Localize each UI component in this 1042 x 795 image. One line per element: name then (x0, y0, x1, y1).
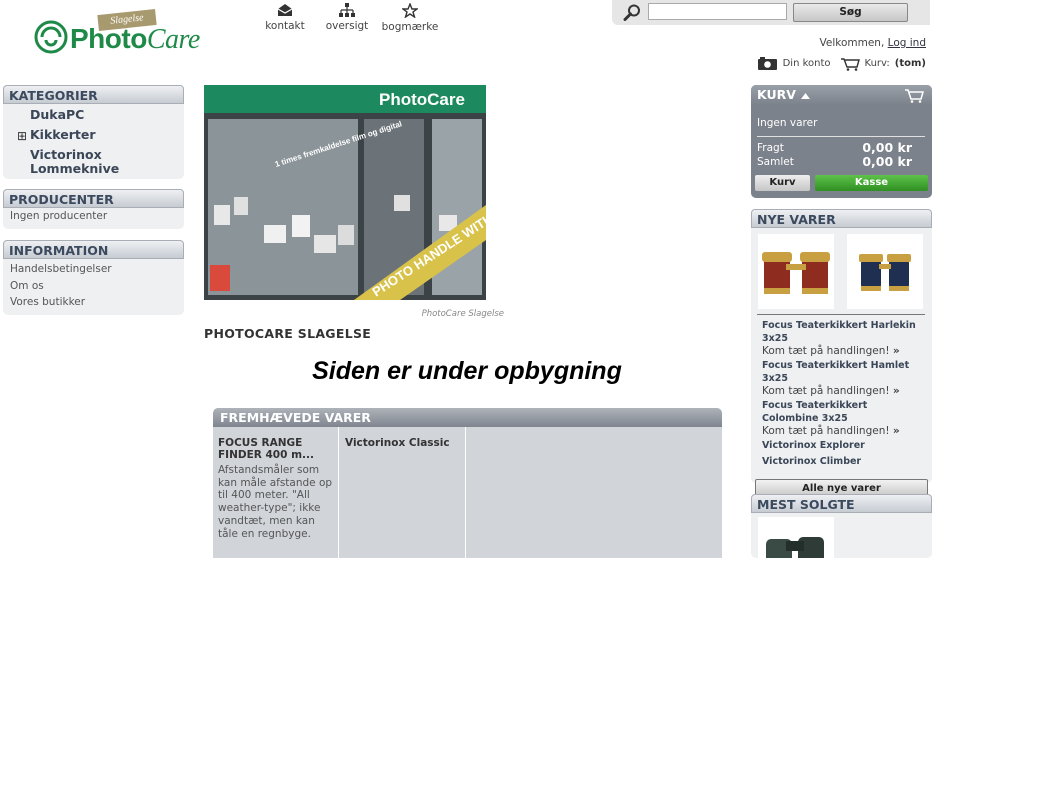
cart-icon (840, 57, 860, 71)
categories-box: KATEGORIER DukaPC ⊞ Kikkerter Victorinox… (3, 85, 184, 179)
new-item-link[interactable]: Focus Teaterkikkert Hamlet 3x25 (762, 360, 922, 385)
new-items-box: NYE VARER Focus Teaterkikkert Harlekin 3… (751, 209, 932, 498)
nav-bookmark-label: bogmærke (381, 21, 439, 33)
best-sellers-title: MEST SOLGTE (751, 494, 932, 513)
cart-box: KURV Ingen varer Fragt 0,00 kr Samlet 0,… (751, 85, 932, 198)
double-chevron-icon: » (892, 345, 900, 357)
new-item-link[interactable]: Victorinox Climber (762, 456, 922, 469)
categories-title: KATEGORIER (3, 85, 184, 104)
information-box: INFORMATION Handelsbetingelser Om os Vor… (3, 240, 184, 315)
new-items-title: NYE VARER (751, 209, 932, 228)
checkout-button[interactable]: Kasse (815, 175, 928, 191)
welcome-line: Velkommen, Log ind (820, 37, 926, 49)
cart-empty: Ingen varer (757, 117, 818, 129)
login-link[interactable]: Log ind (888, 37, 926, 49)
new-item-link[interactable]: Focus Teaterkikkert Harlekin 3x25 (762, 320, 922, 345)
cart-box-title: KURV (757, 87, 796, 102)
store-photo: PHOTO HANDLE WITH CARE PhotoCare 1 times… (204, 85, 486, 300)
mail-icon (277, 4, 293, 16)
new-item-more[interactable]: Kom tæt på handlingen! » (762, 345, 922, 358)
site-logo[interactable]: Slagelse PhotoCare (32, 9, 217, 58)
double-chevron-icon: » (892, 385, 900, 397)
info-link-terms[interactable]: Handelsbetingelser (3, 261, 184, 278)
producers-empty: Ingen producenter (10, 210, 108, 222)
nav-contact-label: kontakt (265, 20, 305, 32)
info-link-about[interactable]: Om os (3, 278, 184, 295)
featured-item-name[interactable]: Victorinox Classic (345, 437, 460, 449)
cart-button[interactable]: Kurv (755, 175, 810, 191)
producers-title: PRODUCENTER (3, 189, 184, 208)
account-line: Din konto Kurv: (tom) (757, 56, 926, 71)
nav-contact[interactable]: kontakt (262, 3, 308, 32)
logo-wordmark: PhotoCare (70, 23, 200, 55)
new-item-link[interactable]: Victorinox Explorer (762, 440, 922, 453)
nav-sitemap-label: oversigt (325, 20, 369, 32)
binoculars-image (762, 252, 830, 294)
featured-item[interactable]: FOCUS RANGE FINDER 400 m... Afstandsmåle… (213, 427, 339, 558)
product-thumbnail[interactable] (847, 234, 923, 309)
photo-sign: PhotoCare (379, 90, 465, 109)
total-value: 0,00 kr (862, 154, 912, 169)
search-bar: Søg (612, 0, 930, 25)
binoculars-image (766, 537, 824, 558)
new-items-divider (757, 314, 925, 315)
basket-icon (905, 89, 924, 103)
category-victorinox[interactable]: Victorinox Lommeknive (30, 148, 150, 176)
page-title: PHOTOCARE SLAGELSE (204, 326, 372, 341)
photo-caption: PhotoCare Slagelse (421, 309, 504, 319)
search-button[interactable]: Søg (793, 3, 908, 22)
double-chevron-icon: » (892, 425, 900, 437)
freight-value: 0,00 kr (862, 140, 912, 155)
expand-icon[interactable]: ⊞ (17, 129, 27, 143)
category-dukapc[interactable]: DukaPC (30, 108, 84, 122)
featured-grid: FOCUS RANGE FINDER 400 m... Afstandsmåle… (213, 427, 722, 558)
nav-sitemap[interactable]: oversigt (322, 3, 372, 32)
search-input[interactable] (648, 3, 787, 20)
featured-title: FREMHÆVEDE VARER (213, 408, 722, 427)
binoculars-image (859, 254, 911, 291)
new-item-more[interactable]: Kom tæt på handlingen! » (762, 425, 922, 438)
cart-divider (757, 136, 925, 137)
welcome-text: Velkommen, (819, 37, 885, 49)
search-icon (623, 4, 640, 21)
storefront-image: PHOTO HANDLE WITH CARE PhotoCare 1 times… (204, 85, 486, 300)
nav-bookmark[interactable]: bogmærke (379, 3, 441, 33)
cart-box-header[interactable]: KURV (751, 85, 932, 105)
logo-mark-icon (34, 20, 68, 54)
product-thumbnail[interactable] (758, 234, 834, 309)
featured-item-name[interactable]: FOCUS RANGE FINDER 400 m... (218, 437, 333, 461)
account-icon[interactable] (757, 56, 778, 71)
producers-box: PRODUCENTER Ingen producenter (3, 189, 184, 229)
cart-link[interactable]: Kurv: (865, 58, 890, 69)
information-title: INFORMATION (3, 240, 184, 259)
total-label: Samlet (757, 156, 794, 168)
caret-up-icon (801, 93, 811, 99)
star-icon (402, 3, 418, 18)
product-thumbnail[interactable] (758, 517, 834, 558)
freight-label: Fragt (757, 142, 784, 154)
info-link-stores[interactable]: Vores butikker (3, 294, 184, 311)
new-item-link[interactable]: Focus Teaterkikkert Colombine 3x25 (762, 400, 922, 425)
sitemap-icon (339, 3, 355, 17)
new-item-more[interactable]: Kom tæt på handlingen! » (762, 385, 922, 398)
featured-item[interactable]: Victorinox Classic (340, 427, 466, 558)
category-kikkerter[interactable]: Kikkerter (30, 128, 96, 142)
cart-state: (tom) (894, 58, 926, 69)
account-link[interactable]: Din konto (783, 58, 831, 69)
best-sellers-box: MEST SOLGTE (751, 494, 932, 558)
featured-item-desc: Afstandsmåler som kan måle afstande op t… (218, 464, 333, 540)
construction-notice: Siden er under opbygning (312, 357, 622, 385)
